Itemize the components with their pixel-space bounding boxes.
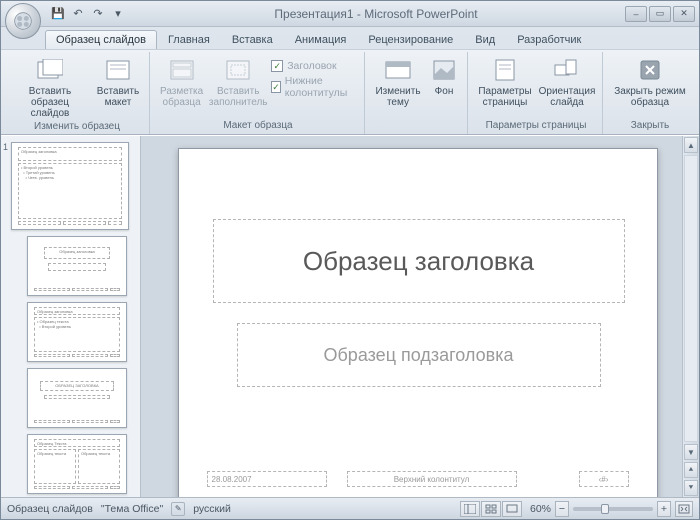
- background-button[interactable]: Фон: [427, 54, 461, 99]
- insert-slide-master-button[interactable]: Вставить образец слайдов: [11, 54, 89, 121]
- checkbox-title[interactable]: ✓ Заголовок: [271, 60, 358, 72]
- undo-icon[interactable]: ↶: [69, 5, 87, 23]
- minimize-button[interactable]: –: [625, 6, 647, 22]
- placeholder-title[interactable]: Образец заголовка: [213, 219, 625, 303]
- master-layout-icon: [167, 56, 197, 84]
- view-sorter-button[interactable]: [481, 501, 501, 517]
- thumb-layout-2[interactable]: Образец заголовка • Образец текста • Вто…: [11, 302, 134, 362]
- next-slide-icon[interactable]: ⯆: [684, 480, 698, 496]
- tab-home[interactable]: Главная: [157, 30, 221, 49]
- redo-icon[interactable]: ↷: [89, 5, 107, 23]
- status-mode: Образец слайдов: [7, 503, 93, 515]
- tab-animation[interactable]: Анимация: [284, 30, 358, 49]
- orientation-icon: [552, 56, 582, 84]
- group-label-page-setup: Параметры страницы: [476, 120, 596, 134]
- app-window: 💾 ↶ ↷ ▾ Презентация1 - Microsoft PowerPo…: [0, 0, 700, 520]
- ribbon-tabs: Образец слайдов Главная Вставка Анимация…: [1, 27, 699, 49]
- maximize-button[interactable]: ▭: [649, 6, 671, 22]
- save-icon[interactable]: 💾: [49, 5, 67, 23]
- checkbox-footers[interactable]: ✓ Нижние колонтитулы: [271, 75, 358, 99]
- group-close: Закрыть режим образца Закрыть: [605, 52, 695, 134]
- slide-canvas[interactable]: Образец заголовка Образец подзаголовка 2…: [178, 148, 658, 497]
- thumb-master[interactable]: 1 Образец заголовка • Второй уровень • Т…: [11, 142, 134, 230]
- tab-view[interactable]: Вид: [464, 30, 506, 49]
- close-icon: [635, 56, 665, 84]
- thumb-layout-1[interactable]: Образец заголовка: [11, 236, 134, 296]
- thumbnail-pane[interactable]: 1 Образец заголовка • Второй уровень • Т…: [1, 136, 141, 497]
- tab-slide-master[interactable]: Образец слайдов: [45, 30, 157, 49]
- themes-button[interactable]: Изменить тему: [373, 54, 423, 110]
- layout-icon: [103, 56, 133, 84]
- close-master-button[interactable]: Закрыть режим образца: [611, 54, 689, 110]
- close-window-button[interactable]: ✕: [673, 6, 695, 22]
- placeholder-icon: [223, 56, 253, 84]
- group-label-edit-master: Изменить образец: [11, 121, 143, 134]
- vertical-scrollbar[interactable]: ▲ ▼ ⯅ ⯆: [682, 136, 699, 497]
- tab-insert[interactable]: Вставка: [221, 30, 284, 49]
- placeholder-subtitle[interactable]: Образец подзаголовка: [237, 323, 601, 387]
- placeholder-slide-number[interactable]: ‹#›: [579, 471, 629, 487]
- slide-editor: Образец заголовка Образец подзаголовка 2…: [141, 136, 699, 497]
- insert-placeholder-button[interactable]: Вставить заполнитель: [209, 54, 267, 110]
- placeholder-date[interactable]: 28.08.2007: [207, 471, 327, 487]
- check-icon: ✓: [271, 81, 281, 93]
- themes-icon: [383, 56, 413, 84]
- zoom-fit-button[interactable]: [675, 501, 693, 517]
- group-page-setup: Параметры страницы Ориентация слайда Пар…: [470, 52, 603, 134]
- canvas-area[interactable]: Образец заголовка Образец подзаголовка 2…: [141, 136, 682, 497]
- insert-layout-button[interactable]: Вставить макет: [93, 54, 143, 110]
- window-title: Презентация1 - Microsoft PowerPoint: [127, 7, 625, 21]
- workspace: 1 Образец заголовка • Второй уровень • Т…: [1, 135, 699, 497]
- status-theme: "Тема Office": [101, 503, 163, 515]
- orientation-button[interactable]: Ориентация слайда: [538, 54, 596, 110]
- zoom-thumb[interactable]: [601, 504, 609, 514]
- zoom-slider[interactable]: [573, 507, 653, 511]
- page-setup-button[interactable]: Параметры страницы: [476, 54, 534, 110]
- status-language[interactable]: русский: [193, 503, 231, 515]
- tab-review[interactable]: Рецензирование: [357, 30, 464, 49]
- view-buttons: [460, 501, 522, 517]
- view-normal-button[interactable]: [460, 501, 480, 517]
- group-master-layout: Разметка образца Вставить заполнитель ✓ …: [152, 52, 365, 134]
- group-edit-theme: Изменить тему Фон: [367, 52, 468, 134]
- zoom-out-button[interactable]: −: [555, 501, 569, 517]
- group-edit-master: Вставить образец слайдов Вставить макет …: [5, 52, 150, 134]
- office-button[interactable]: [5, 3, 41, 39]
- placeholder-footer[interactable]: Верхний колонтитул: [347, 471, 517, 487]
- scroll-track[interactable]: [684, 155, 698, 442]
- thumb-layout-3[interactable]: ОБРАЗЕЦ ЗАГОЛОВКА: [11, 368, 134, 428]
- thumb-layout-4[interactable]: Образец Текста Образец текста Образец те…: [11, 434, 134, 494]
- group-label-close: Закрыть: [611, 120, 689, 134]
- zoom-control: 60% − +: [530, 501, 693, 517]
- quick-access-toolbar: 💾 ↶ ↷ ▾: [49, 5, 127, 23]
- ribbon: Вставить образец слайдов Вставить макет …: [1, 49, 699, 135]
- slide-master-icon: [35, 56, 65, 84]
- prev-slide-icon[interactable]: ⯅: [684, 462, 698, 478]
- page-setup-icon: [490, 56, 520, 84]
- status-bar: Образец слайдов "Тема Office" ✎ русский …: [1, 497, 699, 519]
- qat-more-icon[interactable]: ▾: [109, 5, 127, 23]
- scroll-up-icon[interactable]: ▲: [684, 137, 698, 153]
- spellcheck-icon[interactable]: ✎: [171, 502, 185, 516]
- group-label-master-layout: Макет образца: [158, 120, 358, 134]
- zoom-in-button[interactable]: +: [657, 501, 671, 517]
- tab-developer[interactable]: Разработчик: [506, 30, 592, 49]
- background-icon: [429, 56, 459, 84]
- scroll-down-icon[interactable]: ▼: [684, 444, 698, 460]
- title-bar: 💾 ↶ ↷ ▾ Презентация1 - Microsoft PowerPo…: [1, 1, 699, 27]
- view-slideshow-button[interactable]: [502, 501, 522, 517]
- master-layout-button[interactable]: Разметка образца: [158, 54, 205, 110]
- zoom-value: 60%: [530, 503, 551, 515]
- check-icon: ✓: [271, 60, 283, 72]
- window-controls: – ▭ ✕: [625, 6, 695, 22]
